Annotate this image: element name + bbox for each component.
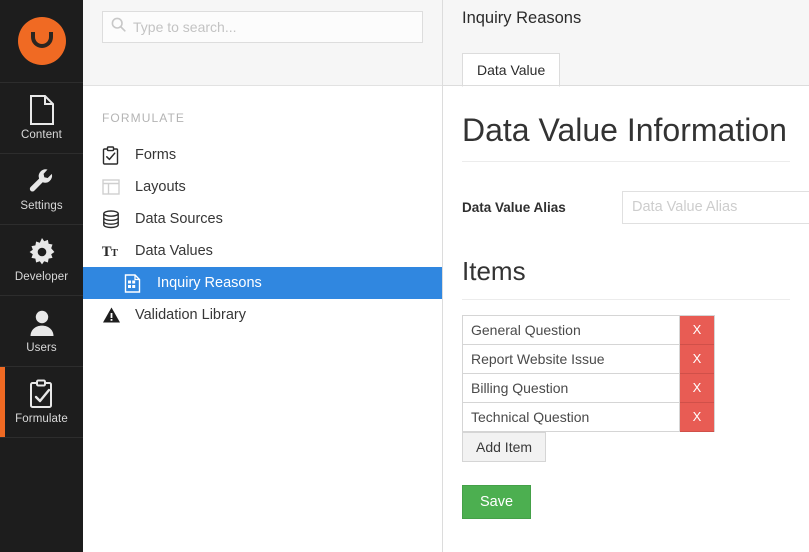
document-icon xyxy=(29,95,55,125)
page-title: Inquiry Reasons xyxy=(462,9,582,27)
rail-item-label: Developer xyxy=(14,271,69,283)
umbraco-u-glyph xyxy=(30,32,53,48)
remove-item-button[interactable]: X xyxy=(680,373,714,403)
rail-item-formulate[interactable]: Formulate xyxy=(0,367,83,438)
svg-text:T: T xyxy=(111,248,118,259)
tree-node-inquiry-reasons[interactable]: Inquiry Reasons xyxy=(83,267,442,299)
umbraco-logo xyxy=(17,17,66,65)
item-input[interactable] xyxy=(463,344,680,374)
tree-node-label: Data Sources xyxy=(135,211,223,227)
rail-item-users[interactable]: Users xyxy=(0,296,83,367)
data-value-alias-input[interactable] xyxy=(622,190,809,224)
tree-node-layouts[interactable]: Layouts xyxy=(83,171,442,203)
item-row: X xyxy=(463,402,714,432)
tree-node-label: Validation Library xyxy=(135,307,246,323)
tab-data-value[interactable]: Data Value xyxy=(462,53,561,87)
item-row: X xyxy=(463,344,714,374)
remove-item-button[interactable]: X xyxy=(680,402,714,432)
tree-node-label: Data Values xyxy=(135,243,213,259)
content-panel: Inquiry Reasons Data Value Data Value In… xyxy=(443,0,809,552)
search-icon xyxy=(111,17,126,37)
database-icon xyxy=(102,209,126,229)
tree-node-label: Inquiry Reasons xyxy=(157,275,262,291)
item-input[interactable] xyxy=(463,402,680,432)
items-list: X X X X xyxy=(462,314,715,432)
app-window: Content Settings Developer Users Formula… xyxy=(0,0,809,552)
data-value-document-icon xyxy=(124,273,148,293)
items-divider xyxy=(462,298,790,300)
clipboard-check-icon xyxy=(29,379,55,409)
warning-triangle-icon xyxy=(102,306,126,324)
wrench-icon xyxy=(27,166,57,196)
tree-list: Forms Layouts Data Sources T T Data Valu… xyxy=(83,139,442,331)
items-block: Items X X X xyxy=(462,255,790,519)
tree-node-validation-library[interactable]: Validation Library xyxy=(83,299,442,331)
tree-node-data-values[interactable]: T T Data Values xyxy=(83,235,442,267)
tree-node-data-sources[interactable]: Data Sources xyxy=(83,203,442,235)
remove-item-button[interactable]: X xyxy=(680,315,714,345)
layout-columns-icon xyxy=(102,178,126,196)
tree-section-title: FORMULATE xyxy=(102,111,186,125)
search-box[interactable] xyxy=(102,11,423,43)
tree-search-zone xyxy=(83,0,442,86)
primary-nav-rail: Content Settings Developer Users Formula… xyxy=(0,0,83,552)
rail-item-settings[interactable]: Settings xyxy=(0,154,83,225)
item-row: X xyxy=(463,315,714,345)
remove-item-button[interactable]: X xyxy=(680,344,714,374)
add-item-button[interactable]: Add Item xyxy=(462,431,547,462)
gear-icon xyxy=(28,237,56,267)
item-input[interactable] xyxy=(463,315,680,345)
rail-item-label: Formulate xyxy=(15,413,68,425)
items-heading: Items xyxy=(462,255,526,286)
tree-panel: FORMULATE Forms xyxy=(83,0,443,552)
umbraco-logo-button[interactable] xyxy=(0,0,83,83)
clipboard-check-icon xyxy=(102,145,126,165)
tree-node-label: Layouts xyxy=(135,179,186,195)
item-input[interactable] xyxy=(463,373,680,403)
text-size-icon: T T xyxy=(102,243,126,259)
search-input[interactable] xyxy=(133,14,413,40)
data-value-alias-label: Data Value Alias xyxy=(462,199,566,215)
rail-item-label: Content xyxy=(21,129,62,141)
item-row: X xyxy=(463,373,714,403)
save-button[interactable]: Save xyxy=(462,484,532,519)
content-header: Inquiry Reasons Data Value xyxy=(443,0,809,87)
data-value-alias-row: Data Value Alias xyxy=(462,190,809,224)
rail-item-label: Settings xyxy=(20,200,63,212)
content-body: Data Value Information Data Value Alias … xyxy=(443,86,809,519)
heading-divider xyxy=(462,160,790,162)
rail-item-developer[interactable]: Developer xyxy=(0,225,83,296)
data-value-information-heading: Data Value Information xyxy=(462,112,787,148)
rail-item-content[interactable]: Content xyxy=(0,83,83,154)
user-icon xyxy=(29,308,55,338)
tree-node-forms[interactable]: Forms xyxy=(83,139,442,171)
tree-node-label: Forms xyxy=(135,147,177,163)
tab-bar: Data Value xyxy=(462,52,561,87)
rail-item-label: Users xyxy=(26,342,57,354)
